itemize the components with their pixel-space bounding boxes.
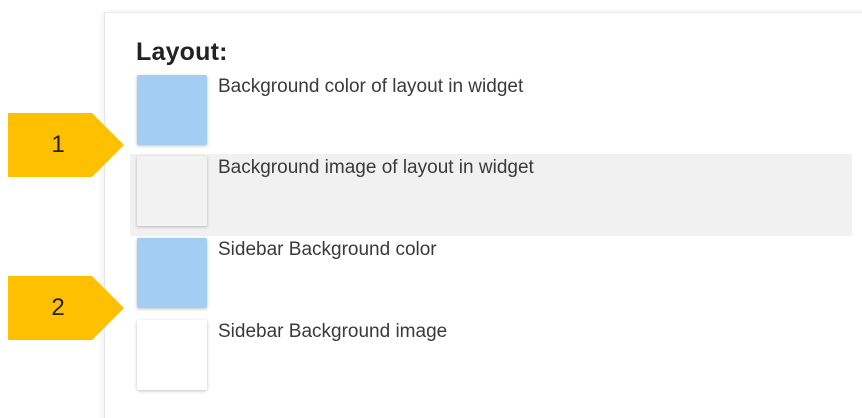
color-swatch-layout-bg[interactable] (137, 75, 207, 145)
setting-label-sidebar-bg-image: Sidebar Background image (218, 321, 448, 342)
setting-row-layout-bg-image: Background image of layout in widget (130, 154, 852, 236)
callout-number-1: 1 (51, 131, 65, 158)
callout-arrow-2: 2 (8, 276, 124, 340)
image-swatch-layout-bg[interactable] (137, 156, 207, 226)
setting-label-sidebar-bg-color: Sidebar Background color (218, 239, 437, 260)
callout-arrow-1: 1 (8, 113, 124, 177)
setting-label-layout-bg-color: Background color of layout in widget (218, 76, 524, 97)
setting-label-layout-bg-image: Background image of layout in widget (218, 157, 534, 178)
screenshot-stage: Layout: Background color of layout in wi… (0, 0, 862, 418)
color-swatch-sidebar-bg[interactable] (137, 238, 207, 308)
section-title-layout: Layout: (136, 38, 228, 66)
setting-row-sidebar-bg-image: Sidebar Background image (130, 318, 852, 400)
setting-row-layout-bg-color: Background color of layout in widget (130, 73, 852, 155)
image-swatch-sidebar-bg[interactable] (137, 320, 207, 390)
setting-row-sidebar-bg-color: Sidebar Background color (130, 236, 852, 318)
callout-number-2: 2 (51, 294, 65, 321)
